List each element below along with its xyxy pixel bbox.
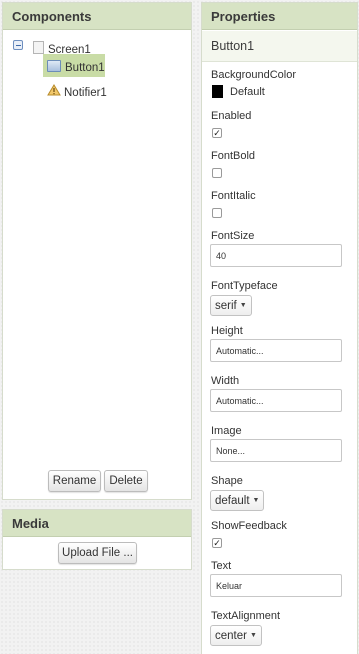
- media-panel: Media Upload File ...: [2, 509, 192, 570]
- upload-file-button[interactable]: Upload File ...: [58, 542, 137, 564]
- text-input[interactable]: Keluar: [210, 574, 342, 597]
- font-typeface-dropdown[interactable]: serif ▼: [210, 295, 252, 316]
- shape-value: default: [215, 494, 250, 507]
- text-label: Text: [211, 560, 232, 572]
- font-size-label: FontSize: [211, 230, 255, 242]
- rename-button[interactable]: Rename: [48, 470, 101, 492]
- dropdown-caret-icon: ▼: [249, 632, 257, 639]
- shape-label: Shape: [211, 475, 243, 487]
- enabled-checkbox[interactable]: ✓: [212, 128, 222, 138]
- font-bold-label: FontBold: [211, 150, 256, 162]
- tree-item-notifier1[interactable]: Notifier1: [47, 81, 107, 99]
- selected-component-name: Button1: [202, 31, 357, 62]
- height-input[interactable]: Automatic...: [210, 339, 342, 362]
- font-italic-checkbox[interactable]: [212, 208, 222, 218]
- components-panel: Components Screen1 Button1 Notifier1 Ren…: [2, 2, 192, 500]
- enabled-label: Enabled: [211, 110, 252, 122]
- properties-header: Properties: [202, 3, 357, 30]
- screen-icon: [33, 40, 44, 54]
- button-component-icon: [47, 59, 61, 72]
- tree-item-label: Button1: [65, 61, 105, 74]
- text-alignment-dropdown[interactable]: center ▼: [210, 625, 262, 646]
- color-swatch[interactable]: [212, 85, 223, 98]
- image-input[interactable]: None...: [210, 439, 342, 462]
- dropdown-caret-icon: ▼: [239, 302, 247, 309]
- background-color-value[interactable]: Default: [230, 86, 265, 98]
- tree-item-label: Notifier1: [64, 87, 107, 99]
- background-color-label: BackgroundColor: [211, 69, 296, 81]
- font-typeface-label: FontTypeface: [211, 280, 278, 292]
- shape-dropdown[interactable]: default ▼: [210, 490, 265, 511]
- width-label: Width: [211, 375, 240, 387]
- warning-icon: [47, 84, 61, 96]
- font-italic-label: FontItalic: [211, 190, 256, 202]
- media-header: Media: [3, 510, 191, 537]
- dropdown-caret-icon: ▼: [252, 497, 260, 504]
- font-typeface-value: serif: [215, 299, 237, 312]
- height-label: Height: [211, 325, 243, 337]
- tree-item-button1[interactable]: Button1: [43, 54, 105, 77]
- collapse-toggle-icon[interactable]: [13, 40, 23, 50]
- show-feedback-checkbox[interactable]: ✓: [212, 538, 222, 548]
- text-alignment-value: center: [215, 629, 247, 642]
- image-label: Image: [211, 425, 242, 437]
- width-input[interactable]: Automatic...: [210, 389, 342, 412]
- delete-button[interactable]: Delete: [104, 470, 148, 492]
- font-bold-checkbox[interactable]: [212, 168, 222, 178]
- components-header: Components: [3, 3, 191, 30]
- text-alignment-label: TextAlignment: [211, 610, 281, 622]
- properties-panel: Properties Button1 BackgroundColor Defau…: [201, 2, 358, 654]
- show-feedback-label: ShowFeedback: [211, 520, 287, 532]
- font-size-input[interactable]: 40: [210, 244, 342, 267]
